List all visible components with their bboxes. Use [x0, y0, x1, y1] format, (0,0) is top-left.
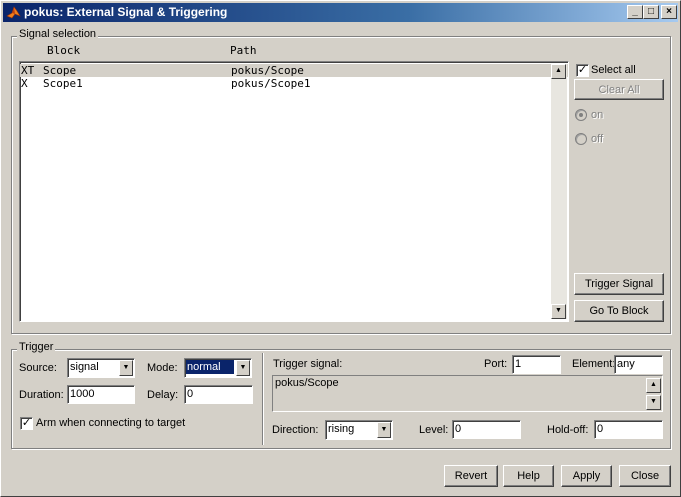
duration-label: Duration:: [19, 389, 64, 401]
radio-on[interactable]: [575, 109, 587, 121]
direction-dropdown[interactable]: rising ▼: [325, 420, 393, 440]
signal-row-block: Scope: [43, 64, 77, 77]
trigger-signal-button[interactable]: Trigger Signal: [574, 273, 664, 295]
signal-row-flag: XT: [21, 64, 35, 77]
matlab-logo-icon: [6, 6, 21, 19]
window-title: pokus: External Signal & Triggering: [24, 5, 228, 19]
signal-row-scope1[interactable]: X Scope1 pokus/Scope1: [20, 77, 568, 90]
scroll-up-arrow-icon[interactable]: ▲: [551, 64, 566, 79]
trigger-signal-box[interactable]: pokus/Scope ▲ ▼: [272, 375, 663, 412]
minimize-button[interactable]: _: [627, 5, 643, 19]
go-to-block-button[interactable]: Go To Block: [574, 300, 664, 322]
port-label: Port:: [484, 358, 508, 370]
trigger-group-label: Trigger: [17, 341, 56, 353]
signal-row-block: Scope1: [43, 77, 83, 90]
dialog-window: pokus: External Signal & Triggering _ □ …: [0, 0, 681, 497]
arm-checkbox[interactable]: ✓: [20, 417, 33, 430]
source-dropdown[interactable]: signal ▼: [67, 358, 135, 378]
column-header-block: Block: [47, 44, 81, 57]
title-bar[interactable]: pokus: External Signal & Triggering _ □ …: [3, 3, 678, 22]
direction-label: Direction:: [272, 424, 319, 436]
scroll-down-arrow-icon[interactable]: ▼: [646, 395, 661, 410]
arm-label: Arm when connecting to target: [36, 417, 186, 429]
select-all-checkbox[interactable]: ✓: [576, 64, 589, 77]
maximize-button[interactable]: □: [643, 5, 659, 19]
help-button[interactable]: Help: [503, 465, 554, 487]
delay-label: Delay:: [147, 389, 179, 401]
signal-selection-group-label: Signal selection: [17, 28, 99, 40]
port-field[interactable]: 1: [512, 355, 561, 374]
holdoff-field[interactable]: 0: [594, 420, 663, 439]
direction-value: rising: [328, 423, 355, 435]
element-field[interactable]: any: [614, 355, 663, 374]
signal-row-path: pokus/Scope1: [231, 77, 311, 90]
holdoff-label: Hold-off:: [547, 424, 589, 436]
scroll-up-arrow-icon[interactable]: ▲: [646, 378, 661, 393]
close-button[interactable]: Close: [619, 465, 671, 487]
duration-field[interactable]: 1000: [67, 385, 135, 404]
apply-button[interactable]: Apply: [561, 465, 612, 487]
column-header-path: Path: [230, 44, 257, 57]
trigger-signal-value: pokus/Scope: [275, 377, 339, 389]
signal-list[interactable]: XT Scope pokus/Scope X Scope1 pokus/Scop…: [19, 61, 569, 322]
element-label: Element:: [572, 358, 616, 370]
chevron-down-icon[interactable]: ▼: [119, 360, 133, 376]
signal-row-path: pokus/Scope: [231, 64, 304, 77]
radio-off[interactable]: [575, 133, 587, 145]
level-field[interactable]: 0: [452, 420, 521, 439]
mode-value: normal: [186, 360, 234, 374]
select-all-label: Select all: [591, 64, 636, 76]
signal-row-flag: X: [21, 77, 28, 90]
delay-field[interactable]: 0: [184, 385, 253, 404]
mode-label: Mode:: [147, 362, 178, 374]
trigger-signal-label: Trigger signal:: [273, 358, 343, 370]
level-label: Level:: [419, 424, 449, 436]
clear-all-button[interactable]: Clear All: [574, 79, 664, 100]
trigger-divider: [262, 353, 264, 445]
revert-button[interactable]: Revert: [444, 465, 498, 487]
chevron-down-icon[interactable]: ▼: [236, 360, 250, 376]
close-window-button[interactable]: ×: [661, 5, 677, 19]
chevron-down-icon[interactable]: ▼: [377, 422, 391, 438]
radio-off-label: off: [591, 133, 604, 145]
signal-list-scrollbar[interactable]: ▲ ▼: [551, 64, 567, 319]
radio-on-label: on: [591, 109, 604, 121]
mode-dropdown[interactable]: normal ▼: [184, 358, 252, 378]
signal-row-scope[interactable]: XT Scope pokus/Scope: [20, 64, 568, 77]
source-label: Source:: [19, 362, 57, 374]
source-value: signal: [70, 361, 99, 373]
scroll-down-arrow-icon[interactable]: ▼: [551, 304, 566, 319]
